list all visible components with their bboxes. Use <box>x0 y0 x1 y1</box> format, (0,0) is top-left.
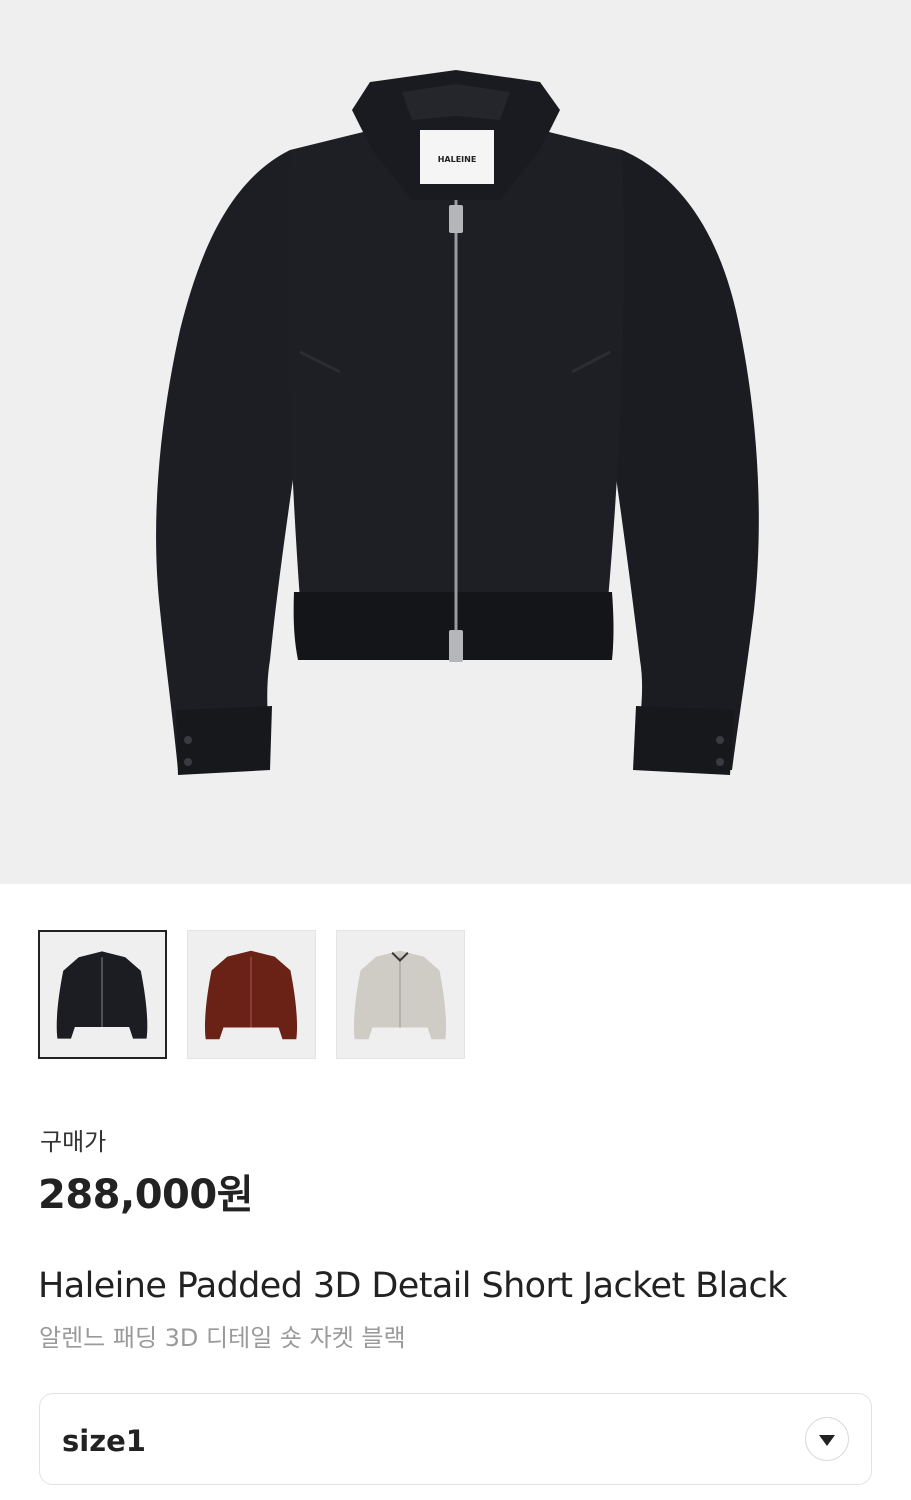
jacket-thumbnail-icon <box>56 951 148 1039</box>
thumbnail-black[interactable] <box>38 930 167 1059</box>
size-selected-value: size1 <box>62 1424 146 1458</box>
price-value: 288,000원 <box>38 1172 254 1218</box>
thumbnail-burgundy[interactable] <box>187 930 316 1059</box>
thumbnail-light-gray[interactable] <box>336 930 465 1059</box>
product-title-en: Haleine Padded 3D Detail Short Jacket Bl… <box>38 1266 787 1306</box>
color-thumbnail-list <box>38 930 465 1059</box>
chevron-down-icon[interactable] <box>805 1417 849 1461</box>
price-label: 구매가 <box>40 1128 107 1156</box>
jacket-photo: HALEINE <box>156 70 759 775</box>
jacket-thumbnail-icon <box>204 950 298 1040</box>
svg-text:HALEINE: HALEINE <box>438 155 477 164</box>
size-select[interactable]: size1 <box>39 1393 872 1485</box>
product-title-ko: 알렌느 패딩 3D 디테일 숏 자켓 블랙 <box>39 1324 406 1352</box>
jacket-thumbnail-icon <box>353 950 447 1040</box>
product-hero-image: HALEINE <box>0 0 911 884</box>
